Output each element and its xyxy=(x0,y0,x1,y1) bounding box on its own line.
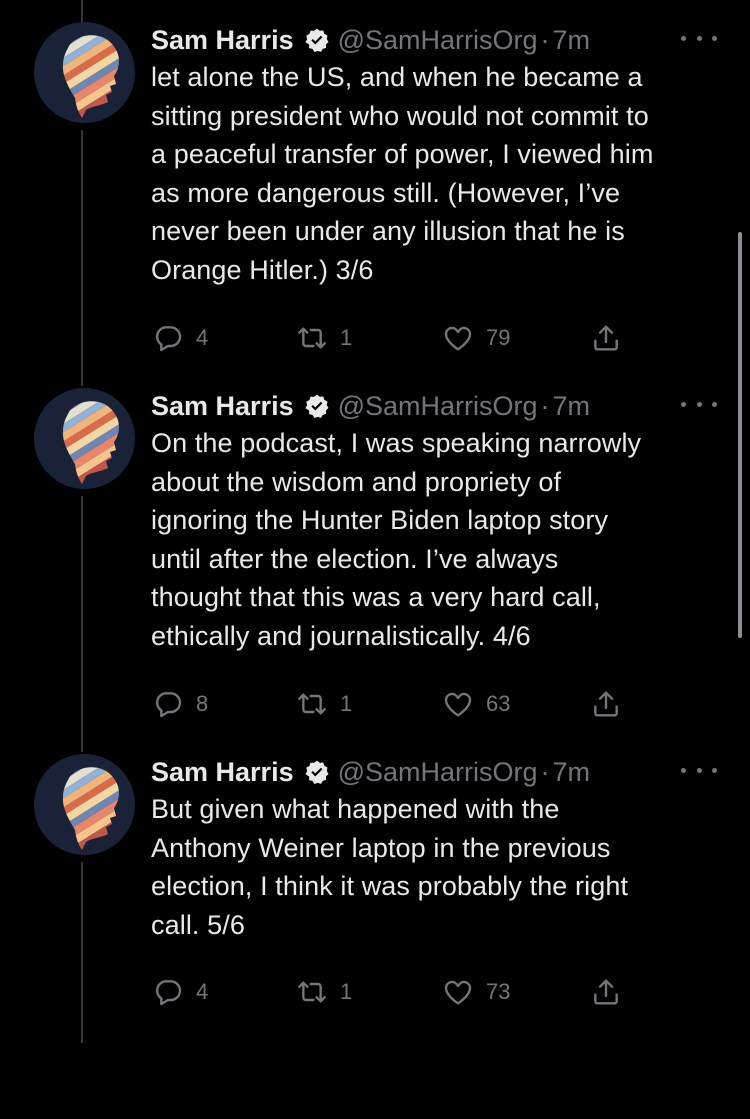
like-button[interactable]: 79 xyxy=(442,318,510,358)
tweet-text-line: ethically and journalistically. 4/6 xyxy=(151,620,531,651)
tweet-text-line: call. 5/6 xyxy=(151,909,245,940)
verified-badge-icon xyxy=(305,394,329,419)
like-button[interactable]: 63 xyxy=(442,684,510,724)
retweet-button[interactable]: 1 xyxy=(296,318,352,358)
reply-button[interactable]: 8 xyxy=(152,684,208,724)
author-handle[interactable]: @SamHarrisOrg xyxy=(338,757,538,788)
tweet-text-line: until after the election. I’ve always xyxy=(151,543,559,574)
tweet-text-line: On the podcast, I was speaking narrowly xyxy=(151,428,642,458)
heart-icon xyxy=(444,692,472,717)
tweet[interactable]: Sam Harris @SamHarrisOrg · 7m But given … xyxy=(0,754,750,1119)
action-bar: 8 1 63 xyxy=(0,684,750,724)
tweet-text-line: thought that this was a very hard call, xyxy=(151,582,601,613)
profile-head-icon xyxy=(62,767,119,850)
tweet-header: Sam Harris @SamHarrisOrg · 7m xyxy=(151,22,590,58)
author-name[interactable]: Sam Harris xyxy=(151,391,294,422)
tweet[interactable]: Sam Harris @SamHarrisOrg · 7m let alone … xyxy=(0,22,750,387)
more-options-icon[interactable] xyxy=(681,28,717,48)
avatar[interactable] xyxy=(34,22,135,123)
share-icon xyxy=(594,979,618,1005)
tweet-text: But given what happened with the Anthony … xyxy=(151,790,731,944)
like-button[interactable]: 73 xyxy=(442,972,510,1012)
tweet-text-line: ignoring the Hunter Biden laptop story xyxy=(151,505,609,536)
retweet-button[interactable]: 1 xyxy=(296,684,352,724)
tweet-text-line: But given what happened with the xyxy=(151,794,560,824)
author-handle[interactable]: @SamHarrisOrg xyxy=(338,25,538,56)
timestamp[interactable]: 7m xyxy=(553,391,591,422)
tweet-text-line: a peaceful transfer of power, I viewed h… xyxy=(151,139,654,170)
author-handle[interactable]: @SamHarrisOrg xyxy=(338,391,538,422)
separator-dot: · xyxy=(540,24,550,55)
reply-icon xyxy=(155,692,182,718)
like-count: 79 xyxy=(486,325,511,350)
retweet-count: 1 xyxy=(340,325,353,350)
tweet-text-line: about the wisdom and propriety of xyxy=(151,466,562,497)
like-count: 63 xyxy=(486,691,511,716)
reply-icon xyxy=(155,980,182,1006)
heart-icon xyxy=(444,980,472,1005)
separator-dot: · xyxy=(540,756,550,787)
reply-button[interactable]: 4 xyxy=(152,972,208,1012)
action-bar: 4 1 79 xyxy=(0,318,750,358)
tweet-text-line: as more dangerous still. (However, I’ve xyxy=(151,177,621,208)
share-button[interactable] xyxy=(590,972,622,1012)
verified-badge-icon xyxy=(305,760,329,785)
like-count: 73 xyxy=(486,979,511,1004)
reply-icon xyxy=(155,326,182,352)
tweet-text: On the podcast, I was speaking narrowly a… xyxy=(151,424,731,656)
tweet-text-line: election, I think it was probably the ri… xyxy=(151,871,629,902)
share-button[interactable] xyxy=(590,684,622,724)
avatar[interactable] xyxy=(34,388,135,489)
profile-head-icon xyxy=(62,401,119,484)
tweet-text-line: sitting president who would not commit t… xyxy=(151,100,649,131)
share-icon xyxy=(594,691,618,717)
retweet-icon xyxy=(298,327,326,349)
author-name[interactable]: Sam Harris xyxy=(151,757,294,788)
tweet-header: Sam Harris @SamHarrisOrg · 7m xyxy=(151,754,590,790)
reply-count: 4 xyxy=(196,325,209,350)
thread-line-top xyxy=(81,0,83,22)
tweet-text-line: let alone the US, and when he became a xyxy=(151,62,643,92)
share-icon xyxy=(594,325,618,351)
tweet-header: Sam Harris @SamHarrisOrg · 7m xyxy=(151,388,590,424)
tweet-text-line: never been under any illusion that he is xyxy=(151,216,625,247)
timestamp[interactable]: 7m xyxy=(553,757,591,788)
action-bar: 4 1 73 xyxy=(0,972,750,1012)
tweet-text-line: Orange Hitler.) 3/6 xyxy=(151,254,374,285)
heart-icon xyxy=(444,326,472,351)
more-options-icon[interactable] xyxy=(681,394,717,414)
timestamp[interactable]: 7m xyxy=(553,25,591,56)
tweet-text: let alone the US, and when he became a si… xyxy=(151,58,731,290)
retweet-count: 1 xyxy=(340,979,353,1004)
share-button[interactable] xyxy=(590,318,622,358)
separator-dot: · xyxy=(540,390,550,421)
retweet-icon xyxy=(298,981,326,1003)
author-name[interactable]: Sam Harris xyxy=(151,25,294,56)
more-options-icon[interactable] xyxy=(681,760,717,780)
avatar[interactable] xyxy=(34,754,135,855)
retweet-icon xyxy=(298,693,326,715)
reply-button[interactable]: 4 xyxy=(152,318,208,358)
tweet-text-line: Anthony Weiner laptop in the previous xyxy=(151,832,611,863)
profile-head-icon xyxy=(62,35,119,118)
retweet-button[interactable]: 1 xyxy=(296,972,352,1012)
retweet-count: 1 xyxy=(340,691,353,716)
verified-badge-icon xyxy=(305,28,329,53)
reply-count: 8 xyxy=(196,691,209,716)
reply-count: 4 xyxy=(196,979,209,1004)
tweet[interactable]: Sam Harris @SamHarrisOrg · 7m On the pod… xyxy=(0,388,750,753)
